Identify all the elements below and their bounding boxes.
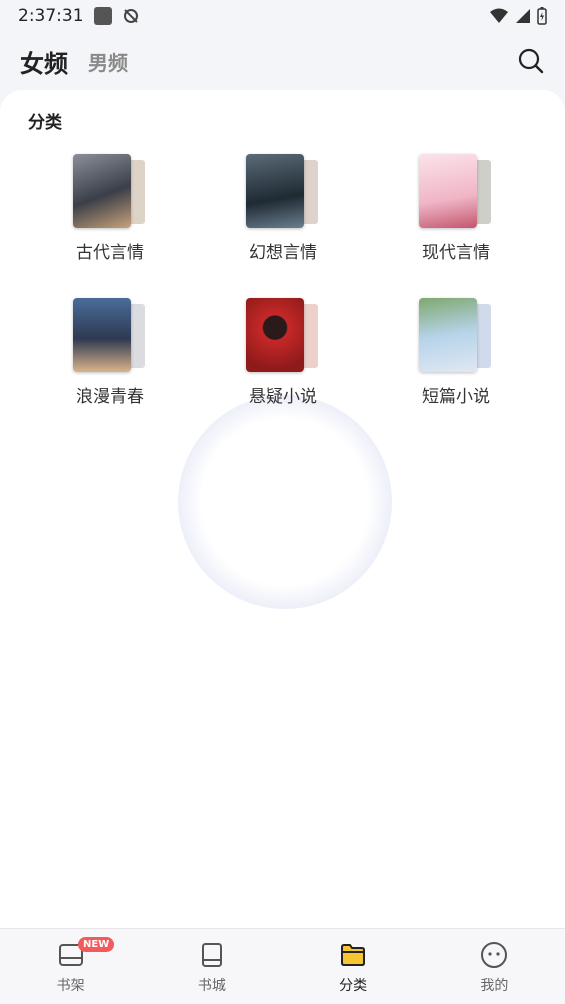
loading-placeholder <box>178 395 392 609</box>
nav-item-bookshelf[interactable]: NEW 书架 <box>0 929 141 1004</box>
signal-icon <box>516 9 530 23</box>
book-cover-youth-icon <box>73 298 131 372</box>
nav-item-bookstore[interactable]: 书城 <box>141 929 282 1004</box>
category-panel: 分类 古代言情 幻想言情 现代言情 浪漫青春 悬疑小说 短篇小说 <box>0 90 565 928</box>
sync-off-icon <box>123 9 138 23</box>
new-badge: NEW <box>78 937 115 952</box>
category-fantasy-romance[interactable]: 幻想言情 <box>223 154 343 264</box>
category-label: 古代言情 <box>76 243 144 263</box>
category-ancient-romance[interactable]: 古代言情 <box>50 154 170 264</box>
category-short-story[interactable]: 短篇小说 <box>396 298 516 408</box>
wifi-icon <box>490 8 508 23</box>
nav-item-category[interactable]: 分类 <box>283 929 424 1004</box>
nav-label: 书架 <box>56 978 85 994</box>
battery-icon <box>537 7 547 25</box>
nav-label: 书城 <box>197 978 226 994</box>
category-modern-romance[interactable]: 现代言情 <box>396 154 516 264</box>
status-time: 2:37:31 <box>18 6 84 26</box>
book-cover-mystery-icon <box>246 298 304 372</box>
book-cover-ancient-icon <box>73 154 131 228</box>
tab-male[interactable]: 男频 <box>88 47 128 76</box>
category-label: 现代言情 <box>422 243 490 263</box>
top-header: 女频 男频 <box>0 36 565 86</box>
category-label: 幻想言情 <box>249 243 317 263</box>
book-cover-stack <box>246 298 320 374</box>
nav-item-profile[interactable]: 我的 <box>424 929 565 1004</box>
book-cover-fantasy-icon <box>246 154 304 228</box>
book-cover-short-icon <box>419 298 477 372</box>
folder-icon <box>341 944 366 966</box>
search-icon[interactable] <box>517 47 545 75</box>
book-cover-modern-icon <box>419 154 477 228</box>
book-icon <box>201 943 222 967</box>
section-title: 分类 <box>28 113 62 133</box>
nav-label: 分类 <box>339 978 368 994</box>
tab-female[interactable]: 女频 <box>20 44 68 79</box>
category-mystery[interactable]: 悬疑小说 <box>223 298 343 408</box>
status-bar: 2:37:31 <box>0 0 565 32</box>
notification-icon <box>93 7 112 25</box>
category-label: 浪漫青春 <box>76 387 144 407</box>
book-cover-stack <box>246 154 320 230</box>
category-label: 悬疑小说 <box>249 387 317 407</box>
book-cover-stack <box>73 154 147 230</box>
bottom-nav: NEW 书架 书城 分类 我的 <box>0 928 565 1004</box>
category-label: 短篇小说 <box>422 387 490 407</box>
book-cover-stack <box>419 298 493 374</box>
category-youth-romance[interactable]: 浪漫青春 <box>50 298 170 408</box>
profile-face-icon <box>481 942 508 968</box>
book-cover-stack <box>419 154 493 230</box>
nav-label: 我的 <box>480 978 509 994</box>
book-cover-stack <box>73 298 147 374</box>
